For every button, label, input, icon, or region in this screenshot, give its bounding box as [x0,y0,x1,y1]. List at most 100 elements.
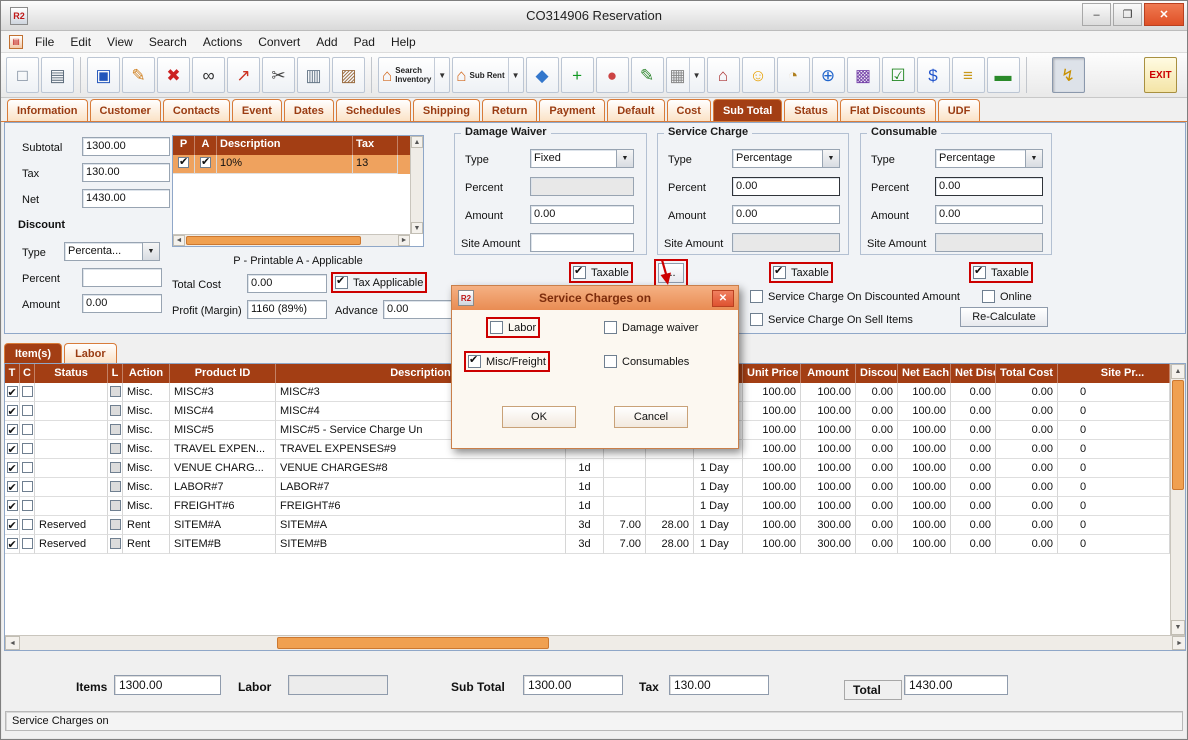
dialog-checkbox-damage-waiver[interactable]: Damage waiver [604,321,698,334]
cut-button[interactable]: ✂ [262,57,295,93]
scroll-thumb[interactable] [1172,380,1184,490]
col-header-c[interactable]: C [20,364,35,383]
tab-udf[interactable]: UDF [938,99,981,121]
col-header-unit-price[interactable]: Unit Price [743,364,801,383]
tax-applicable-option[interactable]: Tax Applicable [335,276,423,289]
menu-actions[interactable]: Actions [195,32,250,52]
tab-dates[interactable]: Dates [284,99,334,121]
table-row[interactable]: ReservedRentSITEM#ASITEM#A3d7.0028.001 D… [5,516,1170,535]
online-option[interactable]: Online [982,290,1032,303]
cons-taxable-checkbox[interactable] [973,266,986,279]
net-field[interactable]: 1430.00 [82,189,170,208]
t-checkbox[interactable] [7,519,18,530]
c-checkbox[interactable] [22,386,33,397]
cons-taxable-option[interactable]: Taxable [973,266,1029,279]
table-vscrollbar[interactable]: ▲ ▼ [1170,364,1185,635]
l-checkbox[interactable] [110,462,121,473]
col-header-net-each[interactable]: Net Each [898,364,951,383]
table-row[interactable]: Misc.LABOR#7LABOR#71d1 Day100.00100.000.… [5,478,1170,497]
col-description[interactable]: Description [217,136,353,155]
coins-button[interactable]: ≡ [952,57,985,93]
l-checkbox[interactable] [110,519,121,530]
sc-discounted-checkbox[interactable] [750,290,763,303]
sc-sell-checkbox[interactable] [750,313,763,326]
summary-subtotal-field[interactable]: 1300.00 [523,675,623,695]
copy-button[interactable]: ▥ [297,57,330,93]
dw-amount-field[interactable]: 0.00 [530,205,634,224]
drop-button[interactable]: ◆ [526,57,559,93]
col-header-t[interactable]: T [5,364,20,383]
cons-percent-field[interactable]: 0.00 [935,177,1043,196]
cons-type-dropdown[interactable]: Percentage ▼ [935,149,1043,168]
table-row[interactable]: Misc.FREIGHT#6FREIGHT#61d1 Day100.00100.… [5,497,1170,516]
find-button[interactable]: ∞ [192,57,225,93]
cancel-button[interactable]: Cancel [614,406,688,428]
t-checkbox[interactable] [7,538,18,549]
search-inventory-button[interactable]: ⌂Search Inventory▼ [378,57,450,93]
tab-schedules[interactable]: Schedules [336,99,411,121]
menu-add[interactable]: Add [308,32,345,52]
sc-percent-field[interactable]: 0.00 [732,177,840,196]
tab-event[interactable]: Event [232,99,282,121]
c-checkbox[interactable] [22,424,33,435]
company-button[interactable]: ⌂ [707,57,740,93]
table-row[interactable]: ReservedRentSITEM#BSITEM#B3d7.0028.001 D… [5,535,1170,554]
summary-labor-field[interactable] [288,675,388,695]
t-checkbox[interactable] [7,405,18,416]
sc-discounted-option[interactable]: Service Charge On Discounted Amount [750,290,960,303]
l-checkbox[interactable] [110,500,121,511]
print-button[interactable]: ▤ [41,57,74,93]
cons-amount-field[interactable]: 0.00 [935,205,1043,224]
l-checkbox[interactable] [110,386,121,397]
tab-shipping[interactable]: Shipping [413,99,480,121]
subtotal-field[interactable]: 1300.00 [82,137,170,156]
sc-amount-field[interactable]: 0.00 [732,205,840,224]
c-checkbox[interactable] [22,519,33,530]
tax-field[interactable]: 130.00 [82,163,170,182]
chevron-down-icon[interactable]: ▼ [616,150,633,167]
col-p[interactable]: P [173,136,195,155]
edit-button[interactable]: ✎ [122,57,155,93]
chevron-down-icon[interactable]: ▼ [1025,150,1042,167]
ok-button[interactable]: OK [502,406,576,428]
exit-button[interactable]: EXIT [1144,57,1177,93]
scroll-right-icon[interactable]: ► [398,235,410,246]
tab-payment[interactable]: Payment [539,99,605,121]
scroll-thumb[interactable] [186,236,361,245]
l-checkbox[interactable] [110,538,121,549]
tab-contacts[interactable]: Contacts [163,99,230,121]
smiley-button[interactable]: ☺ [742,57,775,93]
clock-button[interactable]: ◔ [777,57,810,93]
scroll-left-icon[interactable]: ◄ [173,235,185,246]
tax-grid-vscrollbar[interactable]: ▲ ▼ [410,136,423,234]
t-checkbox[interactable] [7,481,18,492]
online-checkbox[interactable] [982,290,995,303]
tab-status[interactable]: Status [784,99,838,121]
finance-button[interactable]: $ [917,57,950,93]
profit-field[interactable]: 1160 (89%) [247,300,327,319]
dialog-checkbox-consumables[interactable]: Consumables [604,355,689,368]
scroll-thumb[interactable] [277,637,549,649]
dw-taxable-checkbox[interactable] [573,266,586,279]
col-header-action[interactable]: Action [123,364,170,383]
col-header-total-cost[interactable]: Total Cost [996,364,1058,383]
dialog-title-bar[interactable]: R2 Service Charges on ✕ [452,286,738,310]
col-header-product-id[interactable]: Product ID [170,364,276,383]
scroll-right-icon[interactable]: ► [1172,636,1186,650]
printable-checkbox[interactable] [178,157,189,168]
sub-rent-button[interactable]: ⌂Sub Rent▼ [452,57,523,93]
flash-button[interactable]: ↯ [1052,57,1085,93]
scroll-up-icon[interactable]: ▲ [411,136,423,148]
scroll-down-icon[interactable]: ▼ [1171,620,1185,635]
col-header-net-disc[interactable]: Net Disc [951,364,996,383]
tab-customer[interactable]: Customer [90,99,161,121]
c-checkbox[interactable] [22,405,33,416]
new-button[interactable]: □ [6,57,39,93]
chevron-down-icon[interactable]: ▼ [689,58,701,92]
chevron-down-icon[interactable]: ▼ [508,58,520,92]
discount-percent-field[interactable] [82,268,162,287]
delete-button[interactable]: ✖ [157,57,190,93]
discount-type-dropdown[interactable]: Percenta... ▼ [64,242,160,261]
dialog-checkbox-misc-freight[interactable]: Misc/Freight [468,355,546,368]
items-tab-labor[interactable]: Labor [64,343,117,363]
